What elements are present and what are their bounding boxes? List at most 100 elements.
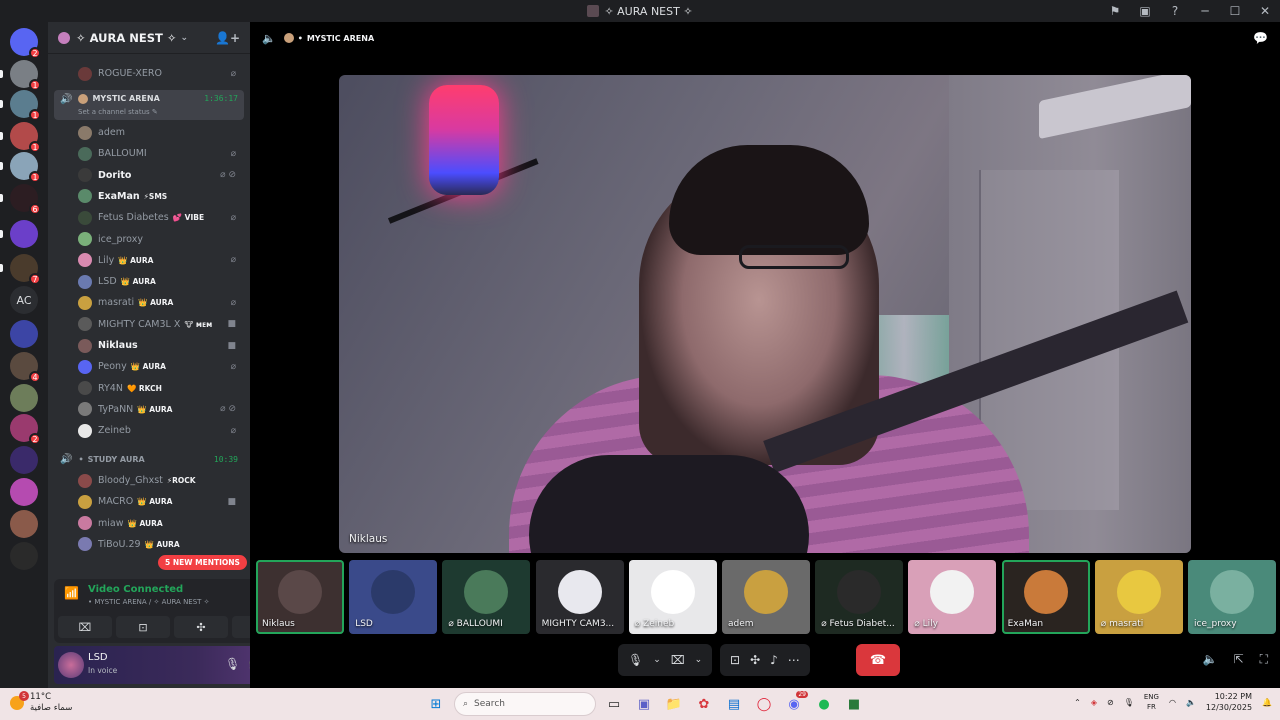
inbox-icon[interactable]: ⚑ xyxy=(1100,0,1130,22)
discord-home-icon[interactable]: 2 xyxy=(10,28,41,59)
server-icon[interactable] xyxy=(10,510,38,538)
microphone-icon[interactable]: 🎙 xyxy=(628,653,643,667)
volume-icon[interactable]: 🔈 xyxy=(1186,698,1196,707)
server-icon[interactable]: 1 xyxy=(10,60,41,91)
disconnect-button[interactable]: ☎ xyxy=(856,644,900,676)
server-icon[interactable]: 6 xyxy=(10,184,41,215)
voice-member[interactable]: ROGUE-XERO ⌀ xyxy=(78,64,242,83)
spotlight-video[interactable]: Niklaus xyxy=(339,75,1191,553)
user-name[interactable]: LSD xyxy=(88,652,108,663)
voice-member[interactable]: adem xyxy=(78,123,242,142)
minimize-button[interactable]: ─ xyxy=(1190,0,1220,22)
participant-tile[interactable]: ⌀ BALLOUMI xyxy=(442,560,531,634)
security-icon[interactable]: ◈ xyxy=(1091,698,1097,707)
windows-start-icon[interactable]: ⊞ xyxy=(424,691,448,717)
participant-tile[interactable]: Niklaus xyxy=(256,560,344,634)
voice-member[interactable]: MACRO 👑 AURA ■ xyxy=(78,492,242,511)
participant-tile[interactable]: adem xyxy=(722,560,810,634)
help-icon[interactable]: ? xyxy=(1160,0,1190,22)
activities-button[interactable]: ✣ xyxy=(174,616,228,638)
pop-out-icon[interactable]: ⇱ xyxy=(1234,652,1244,667)
channel-status-prompt[interactable]: Set a channel status ✎ xyxy=(78,108,158,116)
voice-member[interactable]: TiBoU.29 👑 AURA xyxy=(78,535,242,554)
camera-off-icon[interactable]: ⌧ xyxy=(671,653,685,667)
screen-share-icon[interactable]: ⊡ xyxy=(730,653,740,667)
chevron-down-icon[interactable]: ⌄ xyxy=(653,655,661,665)
file-explorer-icon[interactable]: 📁 xyxy=(662,691,686,717)
voice-member[interactable]: Zeineb ⌀ xyxy=(78,421,242,440)
microphone-icon[interactable]: 🎙 xyxy=(1124,698,1134,707)
voice-member[interactable]: Bloody_Ghxst ⚡ROCK xyxy=(78,471,242,490)
participant-tile[interactable]: MIGHTY CAM3... xyxy=(535,560,624,634)
microphone-icon[interactable]: 🎙 xyxy=(225,657,240,671)
maximize-button[interactable]: ☐ xyxy=(1220,0,1250,22)
participant-tile[interactable]: ⌀ Zeineb xyxy=(628,560,717,634)
participant-tile[interactable]: ExaMan xyxy=(1001,560,1090,634)
camera-off-button[interactable]: ⌧ xyxy=(58,616,112,638)
chevron-up-icon[interactable]: ⌃ xyxy=(1074,698,1081,707)
server-icon[interactable]: 1 xyxy=(10,122,41,153)
activities-icon[interactable]: ✣ xyxy=(750,653,760,667)
voice-member[interactable]: ExaMan ⚡SMS xyxy=(78,187,242,206)
opera-icon[interactable]: ◯ xyxy=(752,691,776,717)
voice-member[interactable]: LSD 👑 AURA xyxy=(78,272,242,291)
weather-widget[interactable]: 5 11°C سماء صافية xyxy=(10,691,72,714)
volume-icon[interactable]: 🔈 xyxy=(1203,652,1218,667)
server-icon[interactable] xyxy=(10,220,38,248)
voice-member[interactable]: TyPaNN 👑 AURA ⌀ ⊘ xyxy=(78,400,242,419)
pinned-window-icon[interactable]: ▣ xyxy=(1130,0,1160,22)
participant-tile[interactable]: ice_proxy xyxy=(1188,560,1276,634)
taskbar-search[interactable]: ⌕ Search xyxy=(454,692,596,716)
server-icon[interactable]: 2 xyxy=(10,414,41,445)
voice-member[interactable]: Dorito ⌀ ⊘ xyxy=(78,166,242,185)
server-icon[interactable]: 4 xyxy=(10,352,41,383)
more-options-icon[interactable]: ⋯ xyxy=(788,653,800,667)
participant-tile[interactable]: ⌀ masrati xyxy=(1094,560,1183,634)
spotify-icon[interactable]: ● xyxy=(812,691,836,717)
server-icon[interactable] xyxy=(10,384,38,412)
wifi-icon[interactable]: ◠ xyxy=(1169,698,1176,707)
voice-channel-mystic-arena[interactable]: 🔊 MYSTIC ARENA 1:36:17 Set a channel sta… xyxy=(54,90,244,120)
voice-member[interactable]: ice_proxy xyxy=(78,230,242,249)
participant-tile[interactable]: ⌀ Lily xyxy=(908,560,997,634)
voice-member[interactable]: RY4N 🧡 RKCH xyxy=(78,379,242,398)
server-icon[interactable]: 1 xyxy=(10,152,41,183)
copilot-icon[interactable]: ✿ xyxy=(692,691,716,717)
voice-location[interactable]: • MYSTIC ARENA / ✧ AURA NEST ✧ xyxy=(88,598,210,606)
soundboard-icon[interactable]: ♪ xyxy=(770,653,778,667)
server-icon[interactable]: 7 xyxy=(10,254,41,285)
new-mentions-pill[interactable]: 5 NEW MENTIONS xyxy=(158,555,247,570)
fullscreen-icon[interactable]: ⛶ xyxy=(1260,652,1268,667)
voice-member[interactable]: miaw 👑 AURA xyxy=(78,514,242,533)
close-button[interactable]: ✕ xyxy=(1250,0,1280,22)
avatar[interactable] xyxy=(58,652,84,678)
voice-member[interactable]: MIGHTY CAM3L X 🐮 ᴍᴇᴍ ■ xyxy=(78,315,242,334)
voice-member[interactable]: masrati 👑 AURA ⌀ xyxy=(78,293,242,312)
clock[interactable]: 10:22 PM 12/30/2025 xyxy=(1206,691,1252,713)
voice-member[interactable]: Fetus Diabetes 💕 VIBE ⌀ xyxy=(78,208,242,227)
network-icon[interactable]: ⊘ xyxy=(1107,698,1114,707)
participant-tile[interactable]: ⌀ Fetus Diabet... xyxy=(815,560,904,634)
voice-member[interactable]: BALLOUMI ⌀ xyxy=(78,144,242,163)
participant-tile[interactable]: LSD xyxy=(349,560,438,634)
notification-bell-icon[interactable]: 🔔 xyxy=(1262,698,1272,707)
server-icon[interactable]: AC xyxy=(10,286,38,314)
voice-member[interactable]: Lily 👑 AURA ⌀ xyxy=(78,251,242,270)
server-icon[interactable]: 1 xyxy=(10,90,41,121)
store-icon[interactable]: ▤ xyxy=(722,691,746,717)
voice-member[interactable]: Niklaus ■ xyxy=(78,336,242,355)
server-icon[interactable] xyxy=(10,446,38,474)
server-icon[interactable] xyxy=(10,542,38,570)
app-icon[interactable]: ■ xyxy=(842,691,866,717)
invite-people-icon[interactable]: 👤+ xyxy=(215,31,240,45)
screen-share-button[interactable]: ⊡ xyxy=(116,616,170,638)
task-view-icon[interactable]: ▭ xyxy=(602,691,626,717)
discord-taskbar-icon[interactable]: ◉ 29 xyxy=(782,691,808,717)
voice-member[interactable]: Peony 👑 AURA ⌀ xyxy=(78,357,242,376)
chevron-down-icon[interactable]: ⌄ xyxy=(695,655,703,665)
server-icon[interactable] xyxy=(10,478,38,506)
teams-icon[interactable]: ▣ xyxy=(632,691,656,717)
chat-icon[interactable]: 💬 xyxy=(1253,31,1268,45)
voice-channel-study-aura[interactable]: 🔊 • STUDY AURA 10:39 xyxy=(54,448,244,470)
signal-icon[interactable]: 📶 xyxy=(64,586,79,600)
